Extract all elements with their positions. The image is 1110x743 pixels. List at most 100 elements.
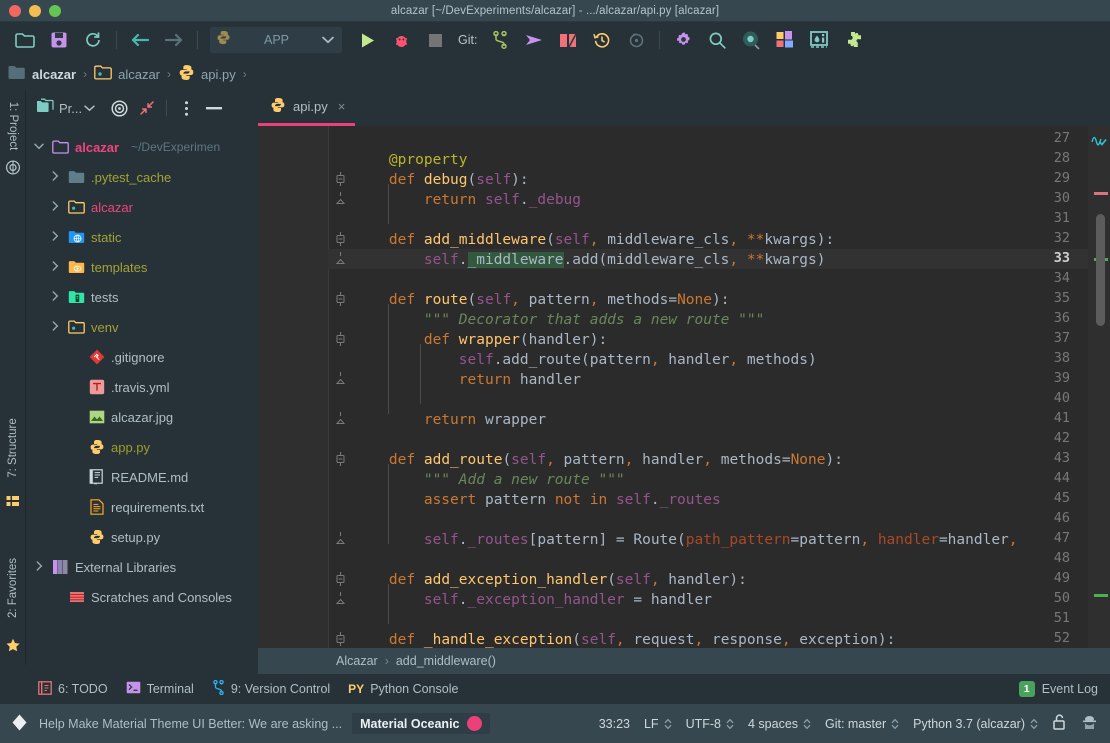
git-branch-selector[interactable]: Git: master: [825, 717, 899, 731]
fold-marker[interactable]: [334, 172, 346, 189]
tree-node--travis-yml[interactable]: .travis.yml: [26, 372, 258, 402]
tree-node-requirements-txt[interactable]: requirements.txt: [26, 492, 258, 522]
forward-arrow-icon[interactable]: [157, 25, 191, 55]
editor-gutter[interactable]: [258, 126, 328, 665]
tree-node-venv[interactable]: venv: [26, 312, 258, 342]
chevron-right-icon[interactable]: [32, 561, 46, 574]
inspections-ok-icon[interactable]: [1091, 132, 1107, 153]
chevron-right-icon[interactable]: [48, 171, 62, 184]
fold-marker[interactable]: [334, 232, 346, 249]
code-line[interactable]: self._middleware.add(middleware_cls, **k…: [354, 250, 825, 270]
editor-scrollbar-thumb[interactable]: [1096, 214, 1105, 326]
code-line[interactable]: def debug(self):: [354, 170, 529, 190]
indent-selector[interactable]: 4 spaces: [748, 717, 811, 731]
tab-api-py[interactable]: api.py ×: [258, 90, 355, 126]
more-options-icon[interactable]: [172, 95, 200, 121]
code-line[interactable]: assert pattern not in self._routes: [354, 490, 721, 510]
sidebar-item-favorites[interactable]: 2: Favorites: [7, 558, 19, 618]
tool-button-todo[interactable]: 6: TODO: [34, 676, 122, 702]
tool-button-version-control[interactable]: 9: Version Control: [208, 676, 344, 702]
fold-marker[interactable]: [334, 372, 346, 389]
search-everywhere-icon[interactable]: [734, 25, 768, 55]
tree-node-tests[interactable]: tests: [26, 282, 258, 312]
database-icon[interactable]: [802, 25, 836, 55]
code-line[interactable]: def add_route(self, pattern, handler, me…: [354, 450, 843, 470]
tree-node-scratches-and-consoles[interactable]: Scratches and Consoles: [26, 582, 258, 612]
chevron-down-icon[interactable]: [32, 141, 46, 153]
hector-inspector-icon[interactable]: [1081, 714, 1098, 734]
debug-icon[interactable]: [384, 25, 418, 55]
fold-marker[interactable]: [334, 192, 346, 209]
history-icon[interactable]: [585, 25, 619, 55]
code-line[interactable]: def wrapper(handler):: [354, 330, 607, 350]
close-icon[interactable]: ×: [338, 99, 346, 114]
chevron-right-icon[interactable]: [48, 321, 62, 334]
target-icon[interactable]: [105, 95, 133, 121]
code-line[interactable]: def add_middleware(self, middleware_cls,…: [354, 230, 834, 250]
settings-gear-icon[interactable]: [666, 25, 700, 55]
theme-indicator[interactable]: Material Oceanic: [352, 713, 489, 734]
code-line[interactable]: """ Add a new route """: [354, 470, 625, 490]
code-line[interactable]: return wrapper: [354, 410, 546, 430]
git-branch-icon[interactable]: [483, 25, 517, 55]
sidebar-item-project[interactable]: 1: Project: [7, 102, 19, 151]
footer-crumb-class[interactable]: Alcazar: [336, 654, 378, 668]
git-diff-icon[interactable]: [551, 25, 585, 55]
warning-marker[interactable]: [1094, 192, 1108, 195]
tool-button-terminal[interactable]: Terminal: [122, 676, 208, 702]
save-icon[interactable]: [42, 25, 76, 55]
git-push-icon[interactable]: [517, 25, 551, 55]
run-configuration-selector[interactable]: APP: [210, 27, 342, 53]
chevron-down-icon[interactable]: [322, 31, 334, 49]
tree-node-setup-py[interactable]: setup.py: [26, 522, 258, 552]
code-line[interactable]: @property: [354, 150, 468, 170]
breadcrumb-item-file[interactable]: api.py: [178, 64, 236, 84]
collapse-all-icon[interactable]: [133, 95, 161, 121]
code-editor[interactable]: 2728293031323334353637383940414243444546…: [258, 126, 1110, 665]
structure-target-icon[interactable]: [5, 160, 20, 180]
analysis-scrollbar[interactable]: [1088, 126, 1110, 665]
fold-marker[interactable]: [334, 332, 346, 349]
fold-marker[interactable]: [334, 632, 346, 649]
plugin-puzzle-icon[interactable]: [836, 25, 870, 55]
stop-icon[interactable]: [418, 25, 452, 55]
tree-node-external-libraries[interactable]: External Libraries: [26, 552, 258, 582]
revert-icon[interactable]: [619, 25, 653, 55]
caret-position[interactable]: 33:23: [599, 717, 630, 731]
chevron-down-icon[interactable]: [84, 99, 95, 117]
tree-node-alcazar[interactable]: alcazar~/DevExperimen: [26, 132, 258, 162]
fold-marker[interactable]: [334, 292, 346, 309]
code-line[interactable]: def add_exception_handler(self, handler)…: [354, 570, 747, 590]
code-line[interactable]: def _handle_exception(self, request, res…: [354, 630, 895, 650]
open-folder-icon[interactable]: [8, 25, 42, 55]
fold-marker[interactable]: [334, 412, 346, 429]
search-icon[interactable]: [700, 25, 734, 55]
chevron-right-icon[interactable]: [48, 261, 62, 274]
breadcrumb-item-project[interactable]: alcazar: [8, 65, 76, 83]
line-separator-selector[interactable]: LF: [644, 717, 672, 731]
tree-node-templates[interactable]: templates: [26, 252, 258, 282]
unlocked-padlock-icon[interactable]: [1052, 714, 1067, 734]
chevron-right-icon[interactable]: [48, 291, 62, 304]
encoding-selector[interactable]: UTF-8: [686, 717, 734, 731]
hide-icon[interactable]: [200, 95, 228, 121]
breadcrumb-item-package[interactable]: alcazar: [94, 65, 160, 83]
event-log-button[interactable]: 1 Event Log: [1019, 681, 1098, 697]
fold-marker[interactable]: [334, 572, 346, 589]
fold-marker[interactable]: [334, 452, 346, 469]
sidebar-item-structure[interactable]: 7: Structure: [7, 418, 19, 477]
code-line[interactable]: self._exception_handler = handler: [354, 590, 712, 610]
code-line[interactable]: """ Decorator that adds a new route """: [354, 310, 764, 330]
change-marker-2[interactable]: [1094, 594, 1108, 597]
footer-crumb-method[interactable]: add_middleware(): [396, 654, 496, 668]
tree-node--pytest-cache[interactable]: .pytest_cache: [26, 162, 258, 192]
code-line[interactable]: self._routes[pattern] = Route(path_patte…: [354, 530, 1018, 550]
fold-marker[interactable]: [334, 592, 346, 609]
code-line[interactable]: self.add_route(pattern, handler, methods…: [354, 350, 817, 370]
tree-node-readme-md[interactable]: README.md: [26, 462, 258, 492]
fold-marker[interactable]: [334, 252, 346, 269]
tool-button-python-console[interactable]: PY Python Console: [344, 676, 472, 702]
fold-marker[interactable]: [334, 532, 346, 549]
tree-node-alcazar-jpg[interactable]: alcazar.jpg: [26, 402, 258, 432]
code-line[interactable]: def route(self, pattern, methods=None):: [354, 290, 729, 310]
